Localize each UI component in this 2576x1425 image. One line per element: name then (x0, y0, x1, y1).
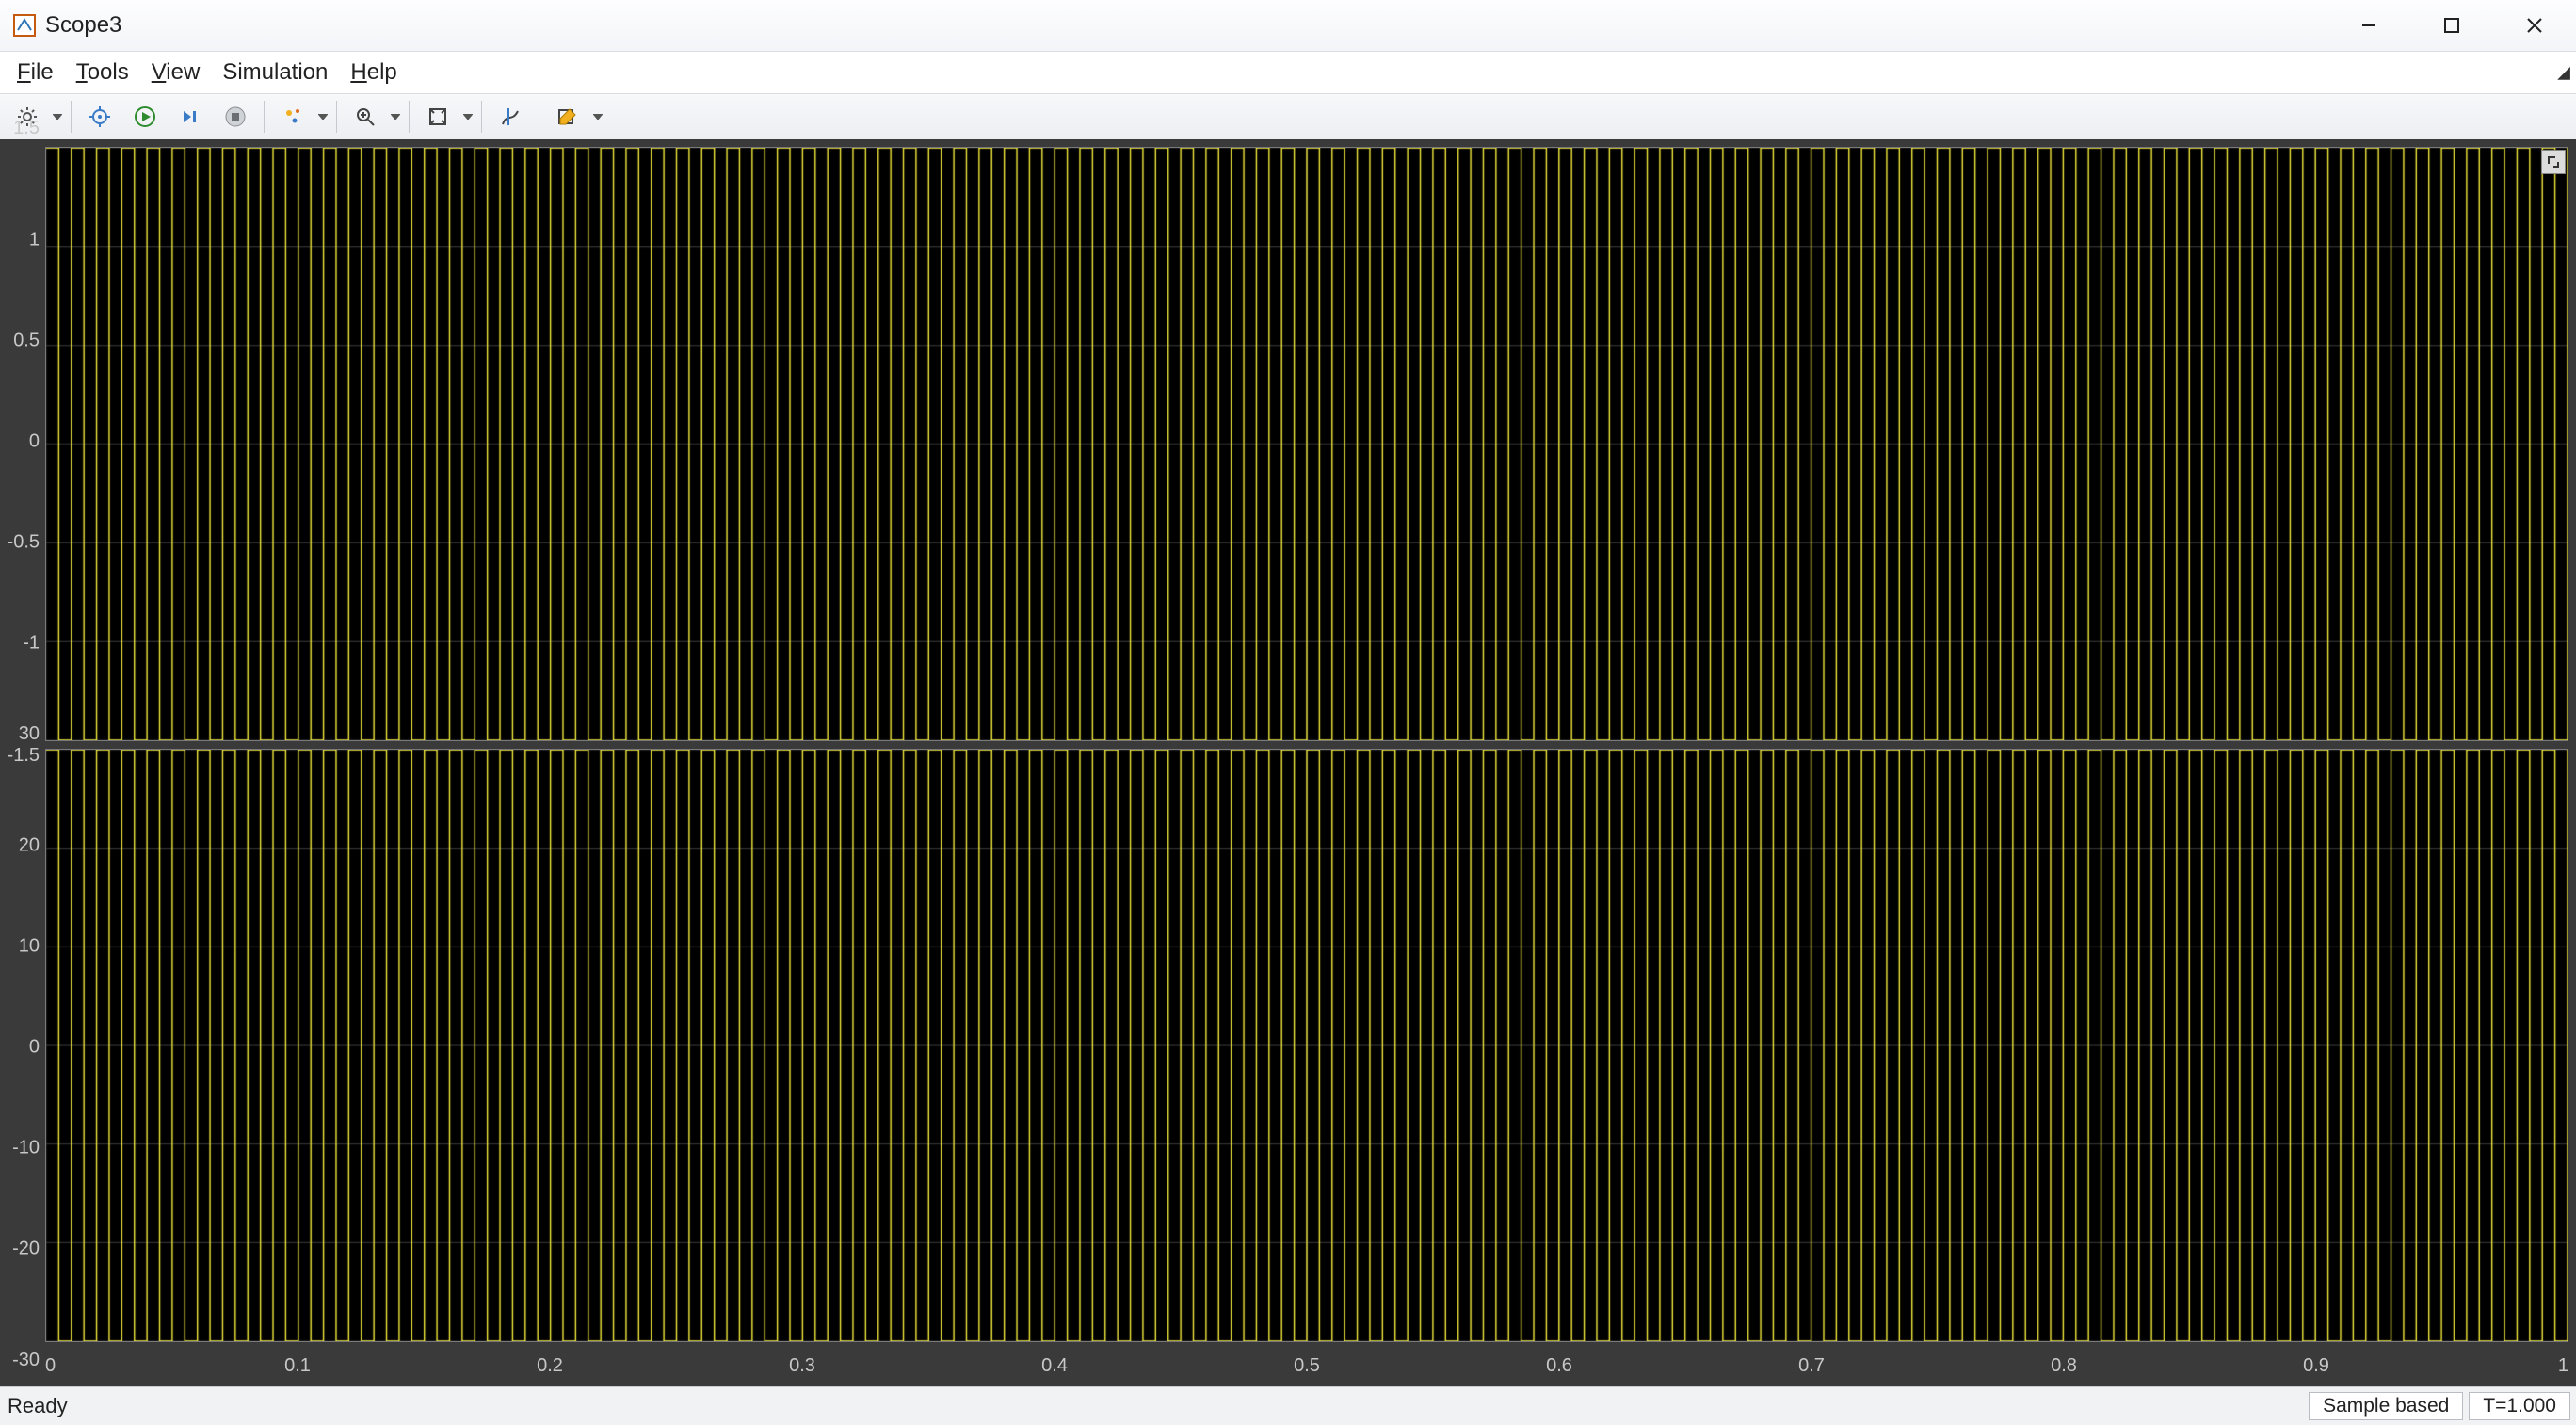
cursor-measure-button[interactable] (489, 99, 532, 135)
menu-bar: File Tools View Simulation Help ◢ (0, 52, 2576, 94)
zoom-button[interactable] (344, 99, 387, 135)
x-tick-label: 0.9 (2303, 1355, 2329, 1377)
x-tick-label: 0 (45, 1355, 56, 1377)
toolbar-separator (481, 101, 482, 133)
y-tick-label: -30 (12, 1350, 40, 1371)
x-tick-label: 0.3 (789, 1355, 815, 1377)
y-tick-label: -10 (12, 1137, 40, 1158)
status-time: T=1.000 (2469, 1392, 2570, 1420)
chart-2[interactable] (45, 749, 2568, 1343)
cursor-measure-icon (499, 105, 522, 128)
toolbar-separator (409, 101, 410, 133)
app-icon (13, 14, 36, 37)
x-tick-label: 0.8 (2051, 1355, 2077, 1377)
x-tick-label: 0.7 (1798, 1355, 1825, 1377)
x-axis: 0 0.1 0.2 0.3 0.4 0.5 0.6 0.7 0.8 0.9 1 (45, 1350, 2568, 1387)
window-buttons (2327, 0, 2576, 51)
toolbar-separator (336, 101, 337, 133)
autoscale-dropdown[interactable] (461, 114, 475, 120)
settings-dropdown[interactable] (51, 114, 64, 120)
y-tick-label: 10 (19, 935, 40, 957)
y-tick-label: 30 (19, 723, 40, 745)
y-tick-label: -20 (12, 1238, 40, 1259)
stop-icon (224, 105, 247, 128)
plot-row-2: -30-20-100102030 (0, 745, 2576, 1351)
maximize-button[interactable] (2410, 0, 2493, 51)
minimize-button[interactable] (2327, 0, 2410, 51)
y-tick-label: 1.5 (13, 118, 40, 139)
close-button[interactable] (2493, 0, 2576, 51)
status-bar: Ready Sample based T=1.000 (0, 1386, 2576, 1425)
menu-file[interactable]: File (6, 56, 65, 89)
y-tick-label: 0 (29, 1036, 40, 1058)
annotate-dropdown[interactable] (591, 114, 604, 120)
spark-icon (282, 105, 304, 128)
chart-1[interactable] (45, 147, 2568, 741)
run-button[interactable] (123, 99, 167, 135)
y-axis-1: -1.5-1-0.500.511.5 (0, 139, 45, 745)
step-forward-icon (179, 105, 201, 128)
signal-canvas-2 (46, 750, 2568, 1342)
y-tick-label: -1 (23, 633, 40, 655)
y-tick-label: 1 (29, 230, 40, 251)
window-title: Scope3 (45, 12, 121, 39)
y-tick-label: 0 (29, 431, 40, 453)
x-tick-label: 0.1 (284, 1355, 311, 1377)
status-ready: Ready (0, 1394, 68, 1418)
title-bar: Scope3 (0, 0, 2576, 52)
x-tick-label: 0.4 (1041, 1355, 1068, 1377)
annotate-button[interactable] (546, 99, 589, 135)
menu-overflow-icon[interactable]: ◢ (2557, 63, 2570, 83)
highlight-button[interactable] (271, 99, 314, 135)
status-mode: Sample based (2309, 1392, 2463, 1420)
highlight-dropdown[interactable] (316, 114, 330, 120)
x-tick-label: 0.2 (537, 1355, 563, 1377)
plot-area: -1.5-1-0.500.511.5 -30-20-100102030 00.1… (0, 139, 2576, 1387)
autoscale-button[interactable] (416, 99, 459, 135)
y-tick-label: -0.5 (8, 532, 40, 554)
step-forward-button[interactable] (169, 99, 212, 135)
autoscale-icon (427, 105, 449, 128)
toolbar-separator (71, 101, 72, 133)
toolbar (0, 94, 2576, 140)
expand-plot-icon[interactable] (2541, 150, 2566, 174)
x-tick-label: 1 (2558, 1355, 2568, 1377)
y-tick-label: 0.5 (13, 331, 40, 352)
zoom-icon (354, 105, 377, 128)
x-tick-label: 0.5 (1294, 1355, 1320, 1377)
menu-view[interactable]: View (140, 56, 212, 89)
menu-simulation[interactable]: Simulation (211, 56, 339, 89)
play-icon (134, 105, 156, 128)
toolbar-separator (264, 101, 265, 133)
y-tick-label: 20 (19, 834, 40, 856)
annotate-icon (556, 105, 579, 128)
zoom-dropdown[interactable] (389, 114, 402, 120)
stop-button[interactable] (214, 99, 257, 135)
y-axis-2: -30-20-100102030 (0, 745, 45, 1351)
find-signal-button[interactable] (78, 99, 121, 135)
menu-tools[interactable]: Tools (65, 56, 140, 89)
menu-help[interactable]: Help (339, 56, 408, 89)
target-icon (89, 105, 111, 128)
signal-canvas-1 (46, 148, 2568, 740)
plot-row-1: -1.5-1-0.500.511.5 (0, 139, 2576, 745)
x-tick-label: 0.6 (1546, 1355, 1572, 1377)
